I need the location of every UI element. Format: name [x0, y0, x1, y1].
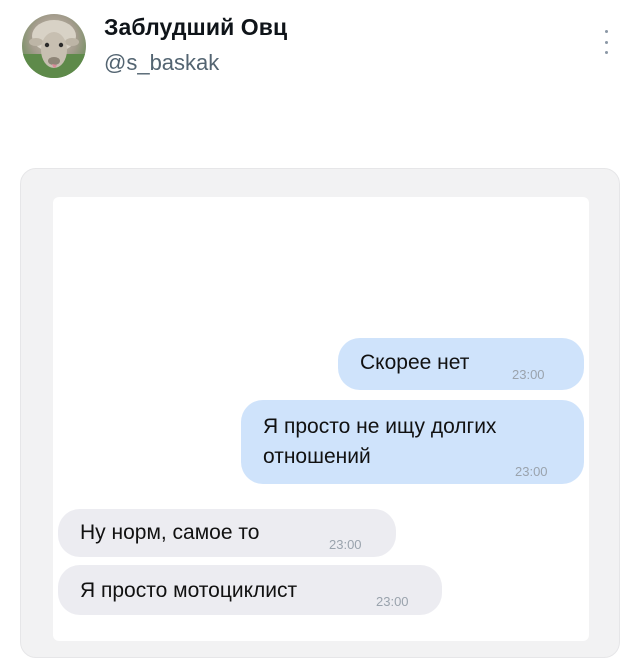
- message-text: Ну норм, самое то: [80, 521, 260, 544]
- dot: [604, 40, 608, 44]
- message-text: Я просто мотоциклист: [80, 579, 298, 602]
- author-handle[interactable]: @s_baskak: [104, 50, 219, 76]
- incoming-message: Я просто мотоциклист 23:00: [58, 565, 442, 615]
- tweet: Заблудший Овц @s_baskak Скорее нет 23:00…: [0, 0, 640, 667]
- message-time: 23:00: [376, 594, 409, 609]
- message-time: 23:00: [329, 537, 362, 552]
- attached-image[interactable]: Скорее нет 23:00 Я просто не ищу долгих …: [20, 168, 620, 658]
- outgoing-message: Я просто не ищу долгих отношений 23:00: [241, 400, 584, 484]
- incoming-message: Ну норм, самое то 23:00: [58, 509, 396, 557]
- dot: [604, 30, 608, 33]
- more-vertical-icon[interactable]: [598, 30, 614, 54]
- chat-screenshot: Скорее нет 23:00 Я просто не ищу долгих …: [53, 197, 589, 641]
- outgoing-message: Скорее нет 23:00: [338, 338, 584, 390]
- dot: [604, 51, 608, 54]
- message-time: 23:00: [515, 464, 548, 479]
- author-name[interactable]: Заблудший Овц: [104, 14, 287, 41]
- message-time: 23:00: [512, 367, 545, 382]
- message-text: Скорее нет: [360, 351, 470, 374]
- sheep-avatar-icon[interactable]: [22, 14, 86, 78]
